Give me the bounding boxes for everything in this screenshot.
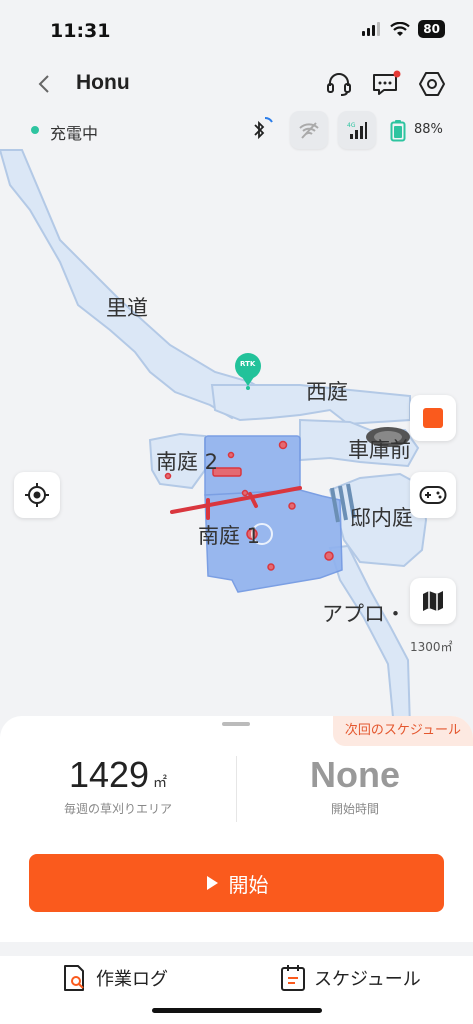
page-title: Honu (76, 71, 130, 94)
work-log-icon (64, 965, 84, 991)
header: Honu (0, 60, 473, 108)
map-view-button[interactable] (410, 578, 456, 624)
map-obstacle-1 (278, 440, 288, 450)
weekly-area-stat: 1429 ㎡ 毎週の草刈りエリア (0, 754, 236, 817)
remote-control-button[interactable] (410, 472, 456, 518)
connecting-spinner-icon (264, 116, 273, 123)
total-map-area: 1300㎡ (410, 640, 453, 654)
map-obstacle-7 (288, 502, 296, 510)
weekly-area-value: 1429 (68, 754, 150, 795)
home-indicator (152, 1008, 322, 1013)
start-time-value: None (310, 754, 400, 795)
mower-battery-percent: 88% (414, 122, 443, 137)
weekly-area-unit: ㎡ (153, 775, 168, 791)
map-obstacle-8 (241, 489, 249, 497)
weekly-area-caption: 毎週の草刈りエリア (63, 802, 172, 816)
calendar-icon (281, 965, 305, 991)
cellular-status-button[interactable]: 4G (338, 111, 376, 149)
start-time-stat: None 開始時間 (237, 754, 473, 817)
start-time-caption: 開始時間 (330, 802, 379, 816)
device-status-row: 充電中 4G 88% (0, 110, 473, 150)
map-label-sato-michi: 里道 (106, 296, 148, 320)
map-icon (423, 591, 443, 611)
settings-button[interactable] (416, 68, 448, 100)
map-zone-approach (328, 544, 412, 728)
tab-schedule[interactable]: スケジュール (280, 964, 421, 992)
stop-icon (423, 408, 443, 428)
tab-work-log[interactable]: 作業ログ (62, 964, 168, 992)
back-button[interactable] (28, 68, 60, 100)
map-label-nishi-niwa: 西庭 (306, 380, 348, 404)
map-label-minami-niwa-1: 南庭 1 (198, 524, 261, 548)
map-label-minami-niwa-2: 南庭 2 (156, 450, 219, 474)
mower-battery-icon (390, 120, 406, 142)
map-obstacle-5 (324, 551, 334, 561)
bottom-tab-bar: 作業ログ スケジュール (0, 956, 473, 1024)
map-label-approach: アプロ・ (322, 602, 406, 626)
tab-work-log-label: 作業ログ (96, 969, 168, 990)
start-mowing-button[interactable]: 開始 (29, 854, 444, 912)
support-button[interactable] (323, 68, 355, 100)
tab-schedule-label: スケジュール (314, 969, 421, 990)
map-obstacle-6 (267, 563, 275, 571)
gamepad-icon (419, 486, 447, 504)
rtk-badge-text: RTK (240, 360, 256, 368)
map-label-shako-mae: 車庫前 (348, 438, 411, 462)
chevron-left-icon (38, 75, 49, 93)
charging-status-dot (31, 126, 39, 134)
settings-hexagon-icon (419, 72, 445, 96)
cellular-signal-icon (362, 22, 381, 36)
wifi-icon (390, 21, 411, 36)
stop-button[interactable] (410, 395, 456, 441)
status-time: 11:31 (50, 20, 111, 42)
map-obstacle-2 (227, 451, 235, 459)
start-button-label: 開始 (228, 872, 269, 897)
4g-signal-icon: 4G (347, 122, 367, 139)
summary-sheet: 次回のスケジュール 1429 ㎡ 毎週の草刈りエリア None 開始時間 開始 (0, 716, 473, 942)
locate-button[interactable] (14, 472, 60, 518)
sheet-drag-handle[interactable] (222, 722, 250, 726)
svg-text:4G: 4G (347, 122, 356, 129)
messages-button[interactable] (370, 68, 402, 100)
crosshair-icon (25, 483, 49, 507)
wifi-status-button[interactable] (290, 111, 328, 149)
headset-icon (327, 73, 351, 96)
wifi-off-icon (299, 122, 319, 139)
lawn-map[interactable]: 里道 西庭 南庭 2 車庫前 邸内庭 南庭 1 アプロ・ RTK (0, 148, 473, 728)
play-icon (206, 876, 218, 890)
status-icons: 80 (362, 20, 445, 38)
map-label-teinai: 邸内庭 (350, 506, 413, 530)
battery-indicator: 80 (418, 20, 445, 38)
map-zone-sato-michi (0, 149, 270, 420)
charging-status-text: 充電中 (50, 124, 99, 143)
message-icon (373, 70, 401, 95)
next-schedule-tag[interactable]: 次回のスケジュール (332, 716, 473, 746)
status-bar: 11:31 80 (0, 0, 473, 56)
